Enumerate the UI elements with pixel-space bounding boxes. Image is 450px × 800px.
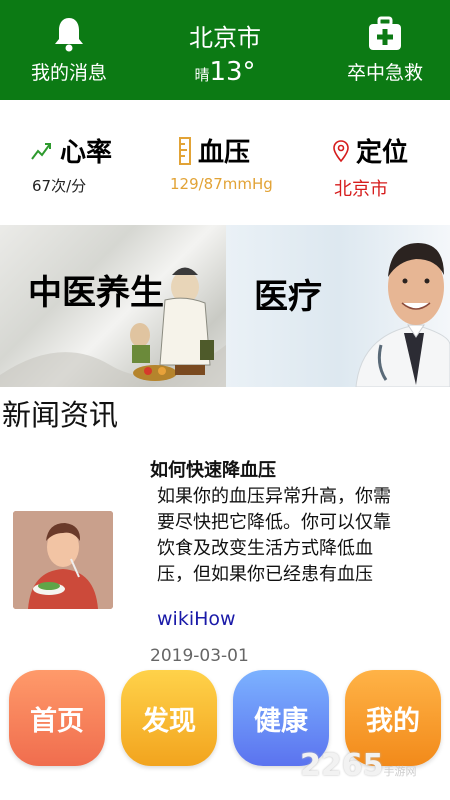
weather-condition: 晴 xyxy=(194,66,210,84)
tcm-wellness-banner[interactable]: 中医养生 xyxy=(0,225,226,387)
blood-pressure-value: 129/87mmHg xyxy=(170,175,273,193)
weather-readout: 晴13° xyxy=(150,57,300,87)
blood-pressure-header: 血压 xyxy=(178,132,318,169)
news-section-title: 新闻资讯 xyxy=(2,398,119,432)
app-header: 我的消息 北京市 晴13° 卒中急救 xyxy=(0,0,450,100)
weather-widget[interactable]: 北京市 晴13° xyxy=(150,0,300,100)
messages-label: 我的消息 xyxy=(30,62,107,84)
watermark-brand: 2265 xyxy=(300,748,384,783)
medical-banner[interactable]: 医疗 xyxy=(226,225,450,387)
health-stats: 心率 67次/分 血压 129/87mmHg 定位 北京市 xyxy=(0,100,450,225)
nav-discover-button[interactable]: 发现 xyxy=(121,670,217,766)
medical-banner-label: 医疗 xyxy=(254,277,322,317)
article-title[interactable]: 如何快速降血压 xyxy=(150,456,276,482)
tcm-banner-label: 中医养生 xyxy=(28,273,164,313)
heart-rate-title: 心率 xyxy=(60,138,113,168)
heart-rate-icon xyxy=(31,142,51,160)
blood-pressure-card[interactable]: 血压 129/87mmHg xyxy=(170,132,318,202)
watermark: 2265手游网 xyxy=(300,748,417,783)
bell-icon xyxy=(55,18,83,52)
location-title: 定位 xyxy=(356,138,409,168)
location-value: 北京市 xyxy=(334,179,388,200)
article-date: 2019-03-01 xyxy=(150,646,249,666)
article-source-link[interactable]: wikiHow xyxy=(157,608,236,630)
first-aid-kit-icon xyxy=(369,16,401,50)
city-name: 北京市 xyxy=(189,24,261,52)
ruler-icon xyxy=(179,136,191,165)
messages-button[interactable]: 我的消息 xyxy=(14,0,124,100)
blood-pressure-title: 血压 xyxy=(198,138,251,168)
article-thumbnail xyxy=(13,511,113,609)
temperature: 13° xyxy=(209,57,256,87)
location-card[interactable]: 定位 北京市 xyxy=(332,132,442,202)
heart-rate-header: 心率 xyxy=(30,132,140,169)
heart-rate-card[interactable]: 心率 67次/分 xyxy=(30,132,140,202)
location-header: 定位 xyxy=(332,132,442,169)
location-pin-icon xyxy=(333,139,349,162)
article-summary: 如果你的血压异常升高，你需要尽快把它降低。你可以仅靠饮食及改变生活方式降低血压，… xyxy=(157,486,391,585)
watermark-sub: 手游网 xyxy=(383,765,417,778)
emergency-label: 卒中急救 xyxy=(346,62,423,84)
nav-home-button[interactable]: 首页 xyxy=(9,670,105,766)
emergency-button[interactable]: 卒中急救 xyxy=(330,0,440,100)
person-eating-illustration xyxy=(13,511,113,609)
heart-rate-value: 67次/分 xyxy=(32,177,87,195)
